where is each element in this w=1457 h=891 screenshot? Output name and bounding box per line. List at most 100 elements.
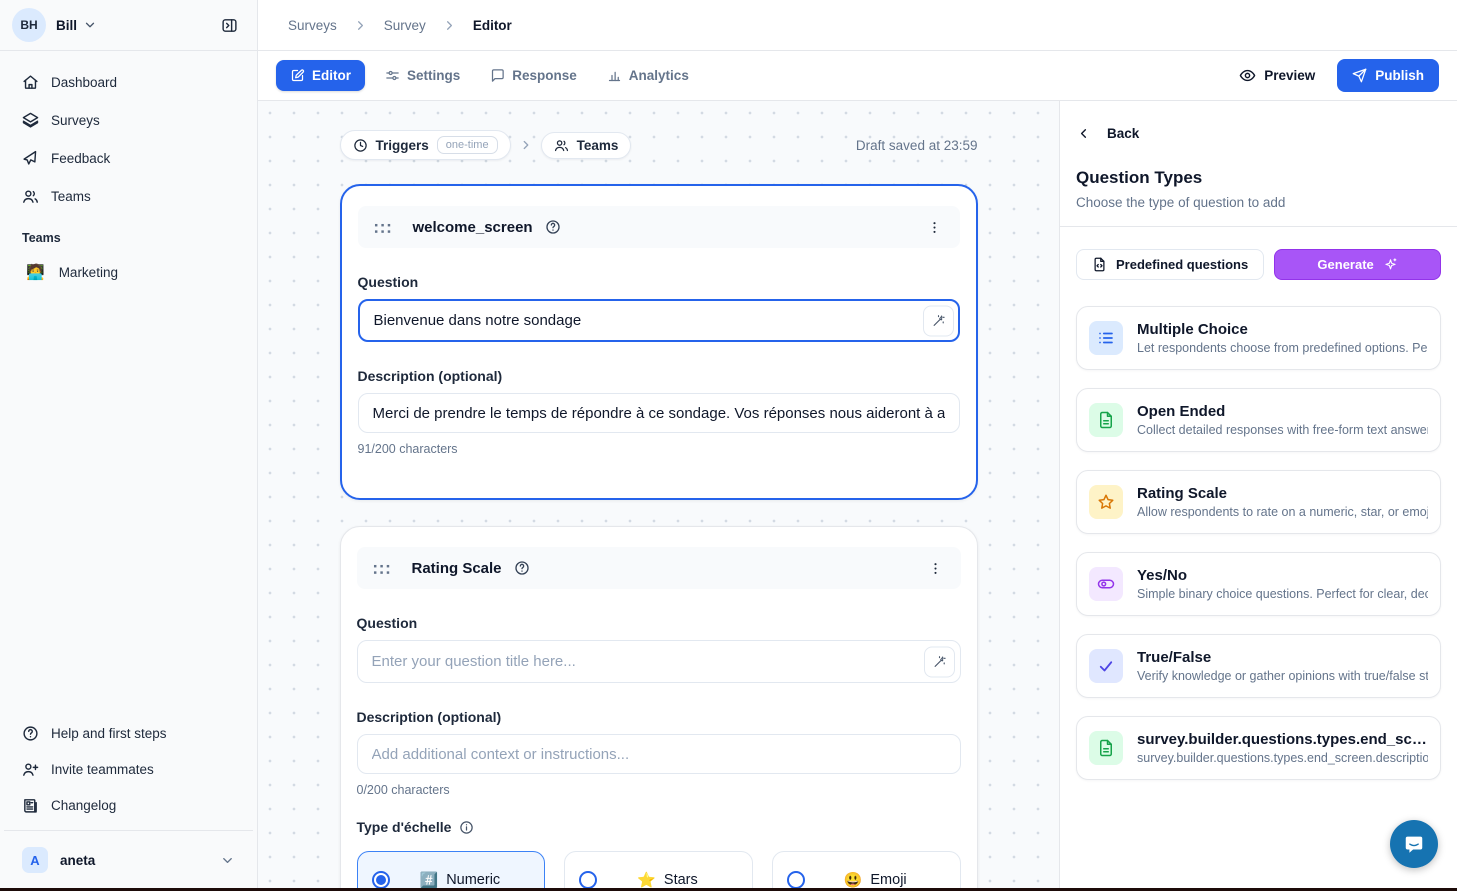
check-icon	[1089, 649, 1123, 683]
sidebar-item-invite[interactable]: Invite teammates	[12, 752, 245, 786]
description-label: Description (optional)	[358, 368, 960, 384]
scale-option-stars[interactable]: ⭐ Stars	[564, 851, 753, 891]
scale-type-label: Type d'échelle	[357, 819, 452, 835]
sidebar-item-label: Feedback	[51, 151, 110, 166]
scale-option-label: Stars	[664, 872, 698, 888]
description-label: Description (optional)	[357, 709, 961, 725]
tab-settings[interactable]: Settings	[375, 60, 470, 91]
breadcrumb-survey[interactable]: Survey	[384, 18, 426, 33]
sidebar-item-label: Changelog	[51, 798, 116, 813]
predefined-label: Predefined questions	[1116, 257, 1248, 272]
generate-label: Generate	[1317, 257, 1373, 272]
kebab-menu-icon[interactable]	[924, 557, 947, 580]
tab-label: Settings	[407, 68, 460, 83]
sidebar-user-row: BH Bill	[0, 0, 257, 51]
help-circle-icon[interactable]	[514, 560, 530, 576]
predefined-questions-button[interactable]: Predefined questions	[1076, 249, 1264, 280]
org-switcher[interactable]: A aneta	[12, 839, 245, 881]
home-icon	[22, 74, 39, 91]
chat-launcher[interactable]	[1390, 820, 1438, 868]
chevron-right-icon	[519, 138, 533, 152]
eye-icon	[1239, 67, 1256, 84]
users-icon	[22, 188, 39, 205]
type-description: survey.builder.questions.types.end_scree…	[1137, 751, 1428, 765]
breadcrumb-editor: Editor	[473, 18, 512, 33]
sidebar-footer: Help and first steps Invite teammates Ch…	[0, 708, 257, 822]
sidebar-item-teams[interactable]: Teams	[12, 179, 245, 213]
smiley-emoji: 😃	[844, 871, 863, 889]
avatar[interactable]: BH	[12, 8, 46, 42]
drag-handle-icon[interactable]	[372, 221, 391, 234]
sidebar-item-dashboard[interactable]: Dashboard	[12, 65, 245, 99]
generate-button[interactable]: Generate	[1274, 249, 1441, 280]
message-icon	[490, 68, 505, 83]
info-icon[interactable]	[459, 820, 474, 835]
teams-label: Teams	[577, 138, 619, 153]
magic-wand-icon[interactable]	[924, 646, 955, 677]
kebab-menu-icon[interactable]	[923, 216, 946, 239]
chevron-down-icon[interactable]	[83, 18, 97, 32]
sidebar-item-changelog[interactable]: Changelog	[12, 788, 245, 822]
sidebar-item-help[interactable]: Help and first steps	[12, 716, 245, 750]
panel-title: Question Types	[1076, 168, 1441, 188]
tab-response[interactable]: Response	[480, 60, 587, 91]
triggers-pill[interactable]: Triggers one-time	[340, 130, 511, 160]
sidebar-item-label: Teams	[51, 189, 91, 204]
question-card-rating-scale[interactable]: Rating Scale Question Description (optio…	[340, 526, 978, 891]
description-input[interactable]	[357, 734, 961, 774]
magic-wand-icon[interactable]	[923, 305, 954, 336]
question-input[interactable]	[358, 299, 960, 342]
scale-option-numeric[interactable]: #️⃣ Numeric	[357, 851, 546, 891]
app-root: BH Bill Dashboard Surveys Feedback	[0, 0, 1457, 891]
tab-analytics[interactable]: Analytics	[597, 60, 699, 91]
sidebar-item-marketing[interactable]: 🧑‍💻 Marketing	[12, 255, 245, 289]
teams-pill[interactable]: Teams	[541, 132, 632, 159]
question-label: Question	[357, 615, 961, 631]
type-title: Rating Scale	[1137, 485, 1428, 502]
breadcrumb-surveys[interactable]: Surveys	[288, 18, 337, 33]
sidebar-item-feedback[interactable]: Feedback	[12, 141, 245, 175]
file-code-icon	[1092, 257, 1107, 272]
chevron-right-icon	[353, 18, 368, 33]
question-card-welcome-screen[interactable]: welcome_screen Question Description (opt…	[340, 184, 978, 500]
panel-subtitle: Choose the type of question to add	[1076, 195, 1441, 226]
scale-option-emoji[interactable]: 😃 Emoji	[772, 851, 961, 891]
sidebar-item-label: Invite teammates	[51, 762, 154, 777]
bar-chart-icon	[607, 68, 622, 83]
question-input[interactable]	[357, 640, 961, 683]
collapse-sidebar-icon[interactable]	[213, 9, 245, 41]
pencil-icon	[290, 68, 305, 83]
type-card-rating-scale[interactable]: Rating Scale Allow respondents to rate o…	[1076, 470, 1441, 534]
tab-editor[interactable]: Editor	[276, 60, 365, 91]
editor-toolbar: Editor Settings Response Analytics Previ…	[258, 51, 1457, 101]
type-title: Open Ended	[1137, 403, 1428, 420]
type-title: True/False	[1137, 649, 1428, 666]
type-card-true-false[interactable]: True/False Verify knowledge or gather op…	[1076, 634, 1441, 698]
radio-unselected	[787, 871, 805, 889]
one-time-badge: one-time	[437, 136, 498, 154]
help-circle-icon	[22, 725, 39, 742]
type-description: Simple binary choice questions. Perfect …	[1137, 587, 1428, 601]
tab-label: Response	[512, 68, 577, 83]
sidebar: BH Bill Dashboard Surveys Feedback	[0, 0, 258, 891]
description-input[interactable]	[358, 393, 960, 433]
publish-button[interactable]: Publish	[1337, 59, 1439, 92]
clock-icon	[353, 138, 368, 153]
tab-label: Analytics	[629, 68, 689, 83]
sidebar-item-label: Surveys	[51, 113, 100, 128]
type-card-multiple-choice[interactable]: Multiple Choice Let respondents choose f…	[1076, 306, 1441, 370]
help-circle-icon[interactable]	[545, 219, 561, 235]
team-name: Marketing	[59, 265, 118, 280]
sidebar-item-surveys[interactable]: Surveys	[12, 103, 245, 137]
drag-handle-icon[interactable]	[371, 562, 390, 575]
back-button[interactable]: Back	[1076, 126, 1441, 141]
back-label: Back	[1107, 126, 1139, 141]
type-card-yes-no[interactable]: Yes/No Simple binary choice questions. P…	[1076, 552, 1441, 616]
type-card-end-screen[interactable]: survey.builder.questions.types.end_scr..…	[1076, 716, 1441, 780]
preview-button[interactable]: Preview	[1239, 67, 1315, 84]
chevron-right-icon	[442, 18, 457, 33]
survey-canvas: Triggers one-time Teams Draft saved at 2…	[258, 101, 1059, 891]
type-card-open-ended[interactable]: Open Ended Collect detailed responses wi…	[1076, 388, 1441, 452]
publish-label: Publish	[1375, 68, 1424, 83]
user-name[interactable]: Bill	[56, 18, 77, 33]
